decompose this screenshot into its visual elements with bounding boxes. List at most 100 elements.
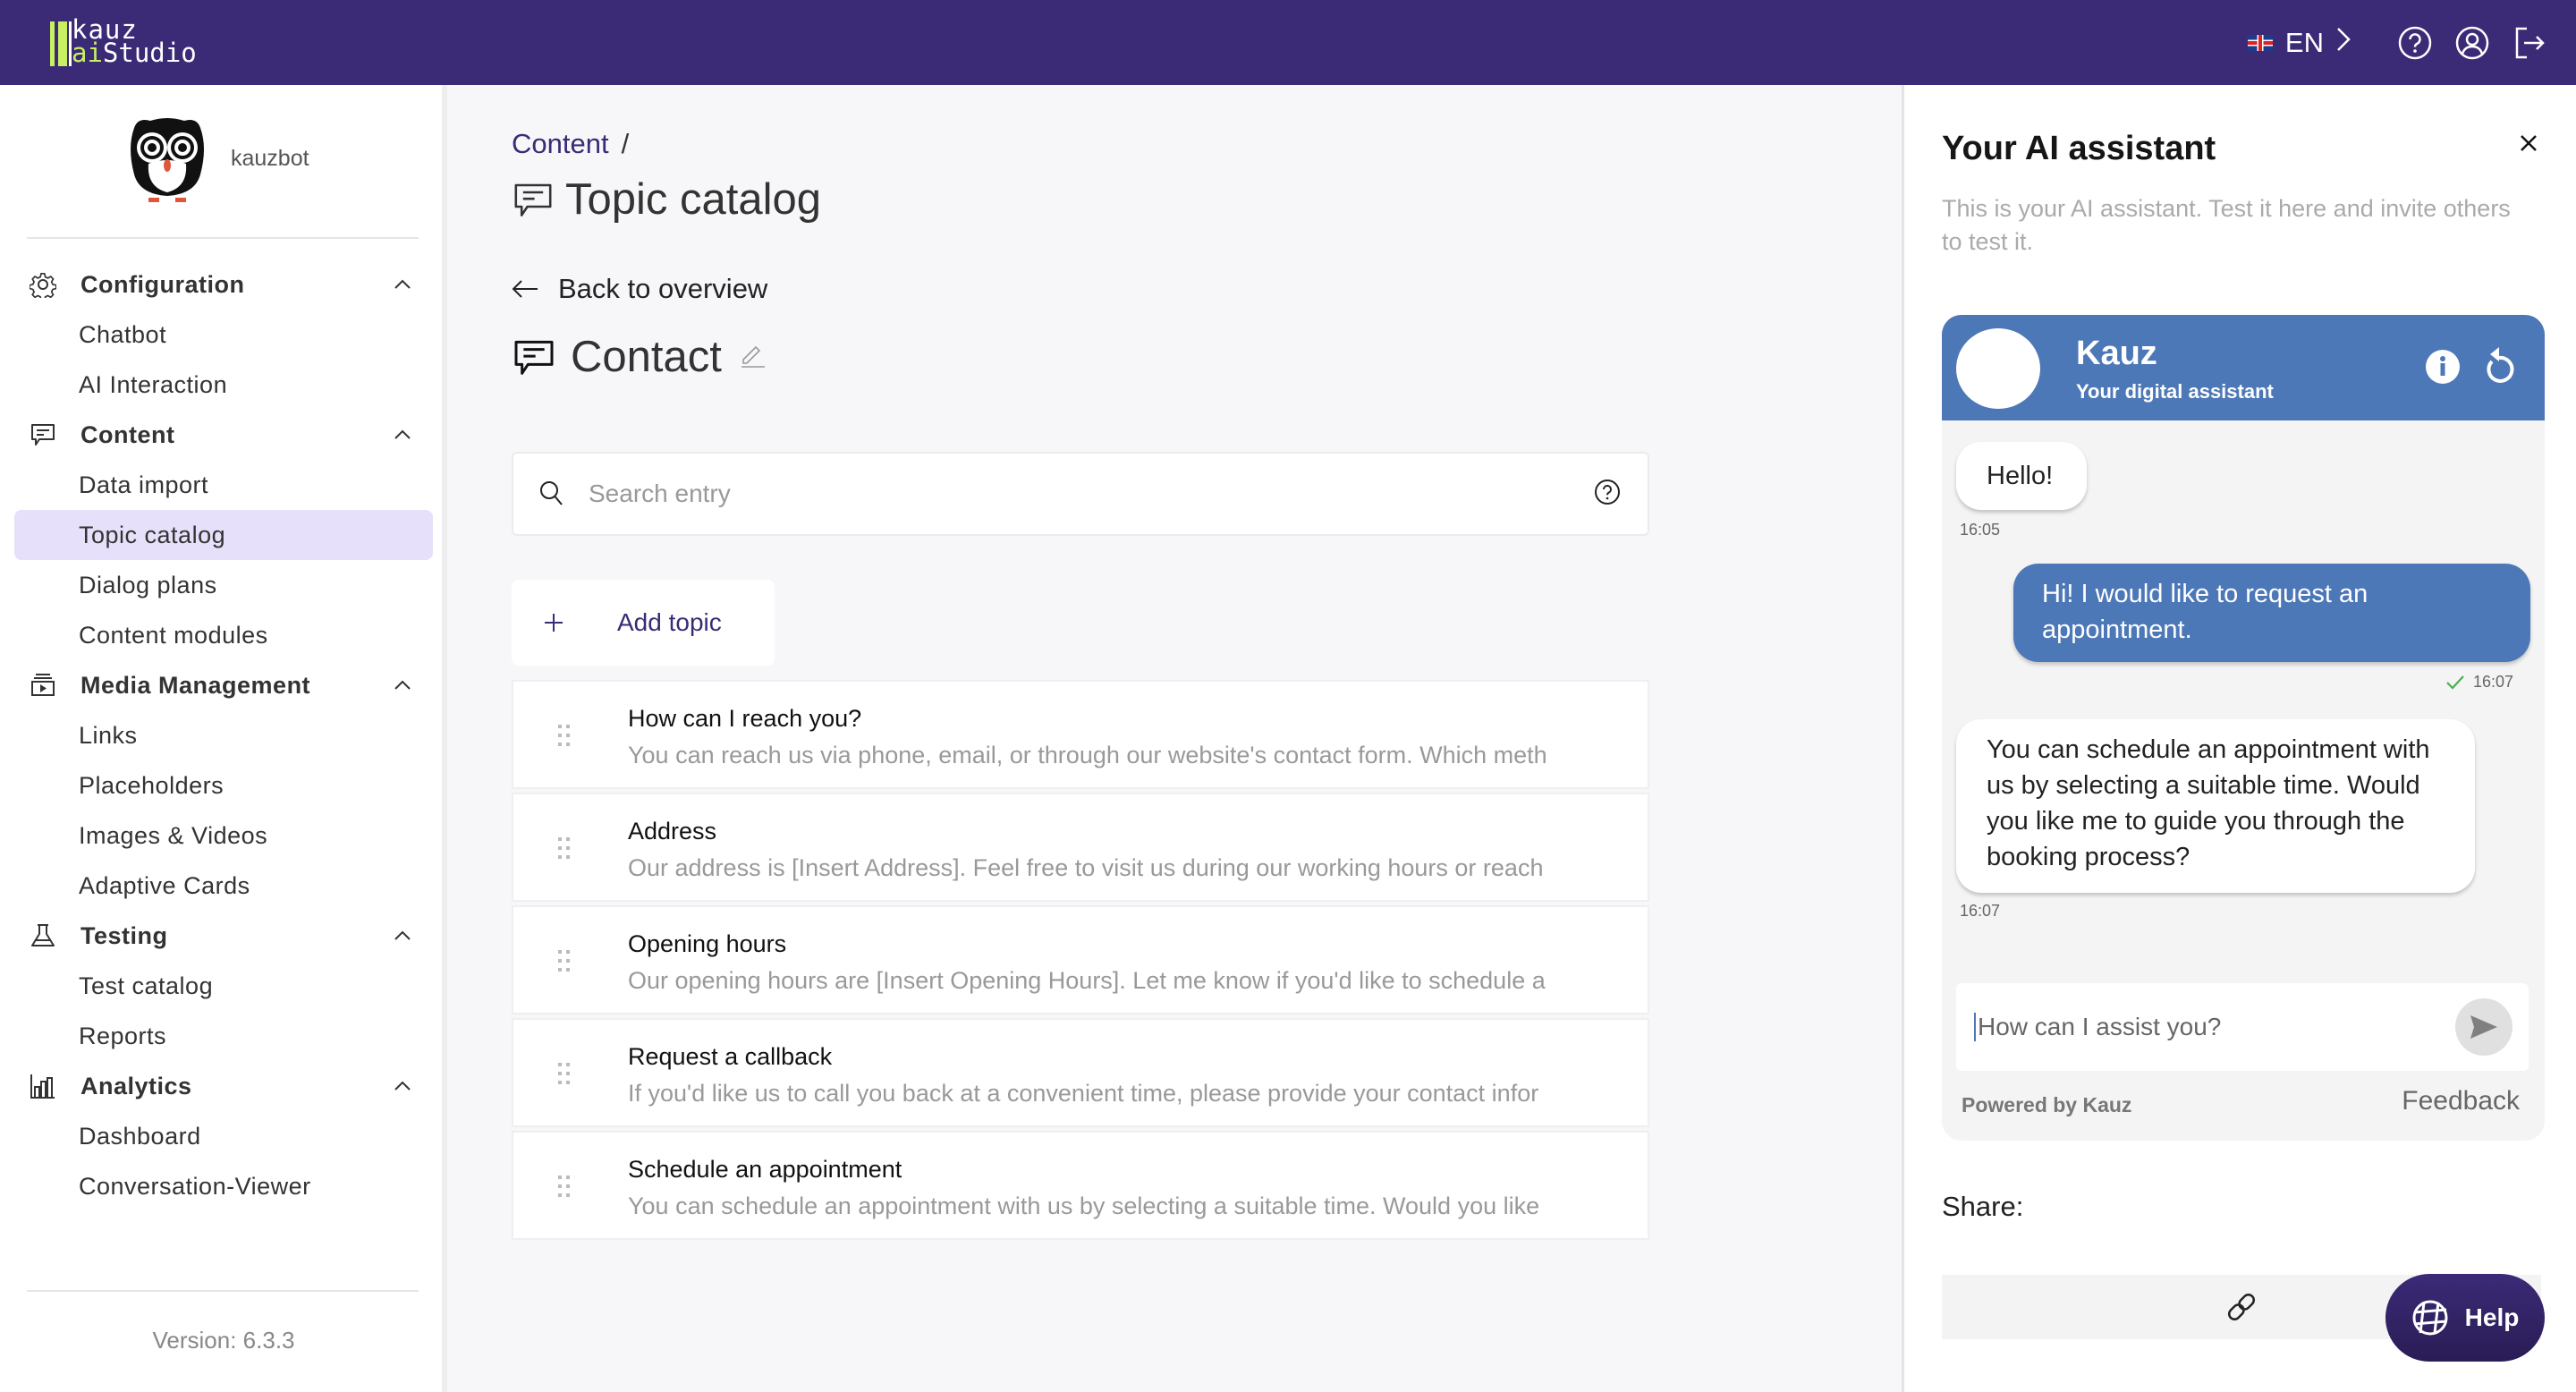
drag-handle-icon[interactable] — [558, 1176, 571, 1199]
add-topic-label: Add topic — [617, 608, 722, 636]
sidebar-item-test-catalog[interactable]: Test catalog — [14, 961, 433, 1011]
sidebar-group-label: Media Management — [80, 671, 311, 699]
chat-message-bot: You can schedule an appointment with us … — [1956, 719, 2475, 893]
sidebar-nav: Configuration Chatbot AI Interaction Con… — [14, 259, 433, 1211]
language-selector[interactable]: EN — [2247, 26, 2351, 59]
chevron-up-icon[interactable] — [390, 272, 415, 297]
bar-chart-icon — [29, 1072, 57, 1100]
sidebar-group-label: Testing — [80, 921, 168, 949]
feedback-link[interactable]: Feedback — [2402, 1086, 2520, 1116]
edit-title-button[interactable] — [740, 342, 767, 372]
sidebar-item-content-modules[interactable]: Content modules — [14, 610, 433, 660]
sidebar-group-testing[interactable]: Testing — [14, 911, 433, 961]
chat-message-input[interactable] — [1974, 1013, 2455, 1041]
chevron-up-icon[interactable] — [390, 673, 415, 698]
back-to-overview-link[interactable]: Back to overview — [512, 273, 767, 305]
topic-name: Schedule an appointment — [628, 1156, 902, 1183]
sidebar-item-dialog-plans[interactable]: Dialog plans — [14, 560, 433, 610]
breadcrumb-content-link[interactable]: Content — [512, 128, 609, 159]
bot-avatar — [1956, 328, 2040, 409]
breadcrumb: Content / — [512, 128, 629, 160]
help-circle-icon — [1595, 480, 1620, 505]
topic-name: Address — [628, 818, 717, 845]
drag-handle-icon[interactable] — [558, 725, 571, 748]
plus-icon — [545, 614, 563, 632]
sidebar-item-chatbot[interactable]: Chatbot — [14, 310, 433, 360]
topic-name: How can I reach you? — [628, 705, 862, 732]
ai-assistant-panel: Your AI assistant This is your AI assist… — [1902, 85, 2576, 1392]
add-topic-button[interactable]: Add topic — [512, 580, 775, 666]
sidebar-item-data-import[interactable]: Data import — [14, 460, 433, 510]
language-code: EN — [2284, 26, 2324, 58]
drag-handle-icon[interactable] — [558, 1063, 571, 1086]
help-button[interactable] — [2386, 14, 2444, 72]
back-label: Back to overview — [558, 273, 768, 304]
topic-list-item[interactable]: Address Our address is [Insert Address].… — [512, 793, 1649, 902]
sidebar-item-images-videos[interactable]: Images & Videos — [14, 811, 433, 861]
topic-list-item[interactable]: Request a callback If you'd like us to c… — [512, 1018, 1649, 1127]
topic-title: Contact — [512, 332, 767, 382]
media-icon — [29, 671, 57, 700]
topic-list: How can I reach you? You can reach us vi… — [512, 680, 1649, 1243]
search-input[interactable] — [589, 480, 1594, 508]
help-floating-button[interactable]: Help — [2385, 1274, 2545, 1362]
chevron-up-icon[interactable] — [390, 923, 415, 948]
chevron-right-icon — [2336, 27, 2351, 59]
topic-list-item[interactable]: How can I reach you? You can reach us vi… — [512, 680, 1649, 789]
info-icon — [2426, 350, 2460, 384]
topic-list-item[interactable]: Schedule an appointment You can schedule… — [512, 1131, 1649, 1240]
drag-handle-icon[interactable] — [558, 837, 571, 861]
topic-name: Opening hours — [628, 930, 787, 957]
bot-identity: kauzbot — [125, 112, 309, 205]
sidebar-item-reports[interactable]: Reports — [14, 1011, 433, 1061]
kauz-aistudio-logo[interactable]: kauz aiStudio — [50, 16, 197, 66]
logout-button[interactable] — [2501, 14, 2558, 72]
send-icon — [2470, 1015, 2497, 1039]
topic-list-item[interactable]: Opening hours Our opening hours are [Ins… — [512, 905, 1649, 1014]
divider — [27, 1290, 419, 1292]
bot-subtitle: Your digital assistant — [2076, 380, 2274, 403]
sidebar-group-content[interactable]: Content — [14, 410, 433, 460]
sidebar-item-topic-catalog[interactable]: Topic catalog — [14, 510, 433, 560]
divider — [27, 237, 419, 239]
chat-message-bot: Hello! — [1956, 442, 2087, 510]
sidebar-item-adaptive-cards[interactable]: Adaptive Cards — [14, 861, 433, 911]
owl-avatar-icon — [131, 118, 204, 202]
page-title-text: Topic catalog — [565, 175, 822, 224]
logo-text-aistudio: aiStudio — [72, 39, 197, 66]
close-panel-button[interactable] — [2519, 133, 2538, 157]
logo-text-studio: Studio — [102, 38, 197, 68]
sidebar-item-ai-interaction[interactable]: AI Interaction — [14, 360, 433, 410]
help-label: Help — [2464, 1303, 2520, 1331]
chat-icon — [29, 420, 57, 449]
search-bar — [512, 452, 1649, 536]
chevron-up-icon[interactable] — [390, 1074, 415, 1099]
chat-message-user: Hi! I would like to request an appointme… — [2013, 564, 2530, 662]
sidebar-item-links[interactable]: Links — [14, 710, 433, 760]
panel-description: This is your AI assistant. Test it here … — [1942, 195, 2511, 255]
drag-handle-icon[interactable] — [558, 950, 571, 973]
gear-icon — [29, 270, 57, 299]
restart-conversation-button[interactable] — [2481, 345, 2517, 390]
globe-icon — [2412, 1300, 2448, 1336]
chat-widget-header: Kauz Your digital assistant — [1942, 315, 2545, 420]
send-message-button[interactable] — [2455, 998, 2512, 1056]
message-timestamp: 16:07 — [2473, 673, 2514, 691]
sidebar-item-placeholders[interactable]: Placeholders — [14, 760, 433, 811]
chevron-up-icon[interactable] — [390, 422, 415, 447]
restart-icon — [2487, 347, 2514, 383]
search-help-button[interactable] — [1594, 479, 1621, 509]
sidebar-item-dashboard[interactable]: Dashboard — [14, 1111, 433, 1161]
message-timestamp: 16:07 — [1960, 902, 2001, 920]
topic-name: Request a callback — [628, 1043, 833, 1070]
help-circle-icon — [2398, 26, 2432, 59]
user-account-button[interactable] — [2444, 14, 2501, 72]
uk-flag-icon — [2247, 34, 2273, 51]
info-button[interactable] — [2425, 349, 2461, 388]
sidebar-group-media-management[interactable]: Media Management — [14, 660, 433, 710]
sidebar-item-conversation-viewer[interactable]: Conversation-Viewer — [14, 1161, 433, 1211]
topic-description: Our address is [Insert Address]. Feel fr… — [628, 854, 1544, 881]
sidebar-group-configuration[interactable]: Configuration — [14, 259, 433, 310]
link-icon — [2227, 1293, 2256, 1321]
sidebar-group-analytics[interactable]: Analytics — [14, 1061, 433, 1111]
